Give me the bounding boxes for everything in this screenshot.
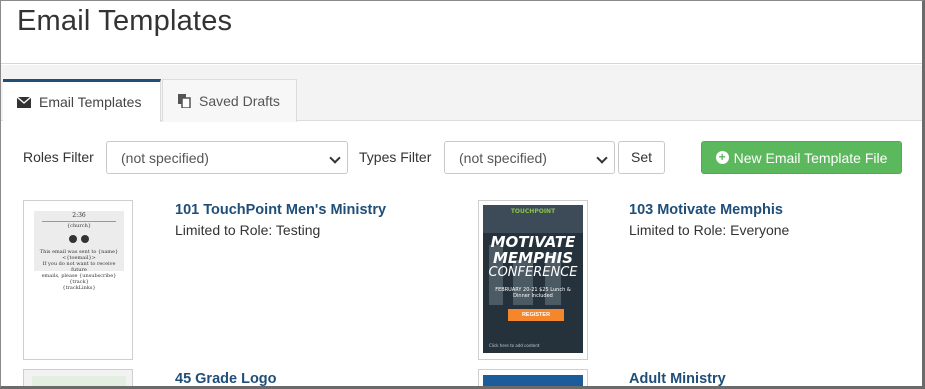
template-name-link[interactable]: 103 Motivate Memphis — [629, 202, 783, 218]
thumb-text: 2:36 — [72, 212, 86, 219]
page-title: Email Templates — [17, 5, 233, 37]
social-icons — [34, 230, 124, 248]
template-thumbnail[interactable]: TOUCHPOINT MOTIVATE MEMPHIS CONFERENCE F… — [478, 200, 588, 360]
template-name-link[interactable]: 45 Grade Logo — [175, 371, 277, 386]
template-thumbnail[interactable]: 2:36 {church} This email was sent to {na… — [23, 200, 133, 360]
tab-saved-drafts[interactable]: Saved Drafts — [162, 79, 297, 122]
template-role: Limited to Role: Everyone — [629, 222, 790, 238]
tab-email-templates[interactable]: Email Templates — [3, 79, 161, 122]
page-header: Email Templates — [1, 1, 922, 64]
poster-title: CONFERENCE — [488, 265, 578, 280]
poster-brand: TOUCHPOINT — [510, 208, 556, 215]
thumb-text: This email was sent to {name} <{toemail}… — [39, 249, 119, 261]
thumb-text: {church} — [42, 221, 116, 229]
new-email-template-button[interactable]: + New Email Template File — [701, 141, 902, 174]
thumb-text: emails, please {unsubscribe} {track} — [41, 273, 117, 285]
new-email-template-label: New Email Template File — [733, 149, 888, 166]
set-button[interactable]: Set — [618, 141, 665, 174]
types-filter-value: (not specified) — [459, 150, 547, 166]
envelope-icon — [17, 96, 31, 108]
app-frame: Email Templates Email Templates Saved Dr… — [0, 0, 925, 389]
roles-filter-select[interactable]: (not specified) — [106, 141, 348, 174]
poster-info: FEBRUARY 20-21 $25 Lunch & Dinner Includ… — [495, 287, 571, 299]
thumb-text: If you do not want to receive future — [42, 261, 116, 273]
roles-filter-value: (not specified) — [121, 150, 209, 166]
chevron-down-icon — [329, 152, 341, 164]
copy-icon — [177, 94, 191, 108]
template-name-link[interactable]: Adult Ministry — [629, 371, 726, 386]
types-filter-label: Types Filter — [359, 149, 432, 165]
template-thumbnail[interactable] — [23, 369, 133, 386]
tab-label: Saved Drafts — [199, 93, 280, 109]
thumbnail-preview: 2:36 {church} This email was sent to {na… — [34, 211, 124, 291]
tab-label: Email Templates — [39, 94, 142, 110]
thumb-text: {trackLinks} — [62, 285, 96, 291]
roles-filter-label: Roles Filter — [23, 149, 94, 165]
facebook-icon — [68, 235, 77, 243]
template-thumbnail[interactable] — [478, 369, 588, 386]
poster-image: TOUCHPOINT MOTIVATE MEMPHIS CONFERENCE F… — [483, 205, 583, 353]
poster-footer: Click here to add content — [489, 343, 540, 348]
poster-register: REGISTER — [508, 309, 564, 321]
chevron-down-icon — [596, 152, 608, 164]
tab-bar: Email Templates Saved Drafts — [1, 65, 922, 122]
types-filter-select[interactable]: (not specified) — [444, 141, 615, 174]
plus-circle-icon: + — [715, 151, 729, 164]
filter-bar: Roles Filter (not specified) Types Filte… — [1, 140, 922, 176]
template-role: Limited to Role: Testing — [175, 222, 321, 238]
template-name-link[interactable]: 101 TouchPoint Men's Ministry — [175, 202, 386, 218]
twitter-icon — [81, 235, 90, 243]
